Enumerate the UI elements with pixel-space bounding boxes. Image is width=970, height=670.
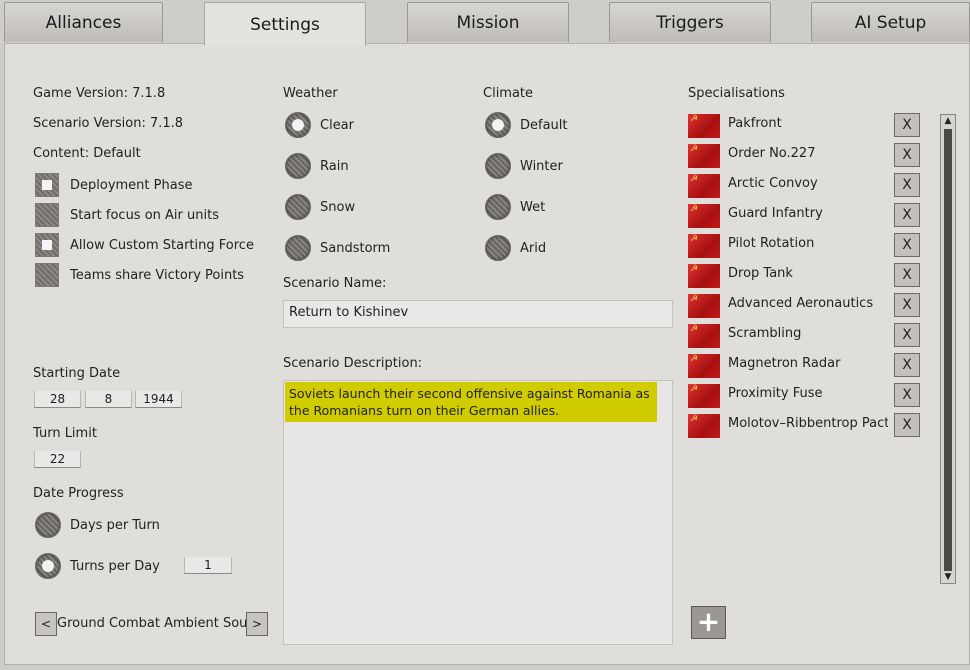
teams-share-vp-label: Teams share Victory Points — [70, 268, 245, 283]
climate-arid-radio[interactable] — [485, 235, 511, 261]
tab-settings[interactable]: Settings — [204, 2, 366, 46]
turn-limit-field[interactable]: 22 — [34, 451, 81, 468]
specialisation-item: Drop Tank — [728, 266, 793, 281]
start-month-field[interactable]: 8 — [85, 391, 132, 408]
tab-triggers[interactable]: Triggers — [609, 2, 771, 42]
specialisation-item: Guard Infantry — [728, 206, 823, 221]
remove-specialisation-button[interactable]: X — [894, 383, 920, 407]
scenario-description-text: Soviets launch their second offensive ag… — [285, 382, 657, 422]
specialisation-item: Magnetron Radar — [728, 356, 841, 371]
specialisation-item: Order No.227 — [728, 146, 816, 161]
specialisation-item: Pakfront — [728, 116, 782, 131]
specialisation-item: Proximity Fuse — [728, 386, 823, 401]
remove-specialisation-button[interactable]: X — [894, 233, 920, 257]
tab-ai-setup[interactable]: AI Setup — [811, 2, 970, 42]
specialisation-item: Advanced Aeronautics — [728, 296, 874, 311]
remove-specialisation-button[interactable]: X — [894, 143, 920, 167]
scenario-description-textarea[interactable]: Soviets launch their second offensive ag… — [283, 380, 673, 645]
remove-specialisation-button[interactable]: X — [894, 203, 920, 227]
soviet-flag-icon — [688, 204, 720, 228]
game-version: Game Version: 7.1.8 — [33, 86, 166, 101]
turns-per-day-radio[interactable] — [35, 553, 61, 579]
deployment-phase-checkbox[interactable] — [35, 173, 59, 197]
weather-snow-radio[interactable] — [285, 194, 311, 220]
scenario-name-label: Scenario Name: — [283, 276, 387, 291]
climate-winter-label: Winter — [520, 159, 563, 174]
specialisation-item: Arctic Convoy — [728, 176, 818, 191]
remove-specialisation-button[interactable]: X — [894, 263, 920, 287]
weather-clear-label: Clear — [320, 118, 354, 133]
climate-arid-label: Arid — [520, 241, 547, 256]
soviet-flag-icon — [688, 324, 720, 348]
teams-share-vp-checkbox[interactable] — [35, 263, 59, 287]
tab-mission[interactable]: Mission — [407, 2, 569, 42]
scroll-down-icon[interactable]: ▼ — [942, 571, 954, 583]
scroll-up-icon[interactable]: ▲ — [942, 115, 954, 127]
start-day-field[interactable]: 28 — [34, 391, 81, 408]
soviet-flag-icon — [688, 384, 720, 408]
turns-per-day-label: Turns per Day — [70, 559, 160, 574]
scenario-description-label: Scenario Description: — [283, 356, 423, 371]
scenario-name-input[interactable]: Return to Kishinev — [283, 300, 673, 328]
remove-specialisation-button[interactable]: X — [894, 413, 920, 437]
date-progress-label: Date Progress — [33, 486, 124, 501]
start-focus-air-label: Start focus on Air units — [70, 208, 219, 223]
climate-default-radio[interactable] — [485, 112, 511, 138]
weather-label: Weather — [283, 86, 338, 101]
add-specialisation-button[interactable]: + — [691, 606, 726, 639]
specialisation-item: Scrambling — [728, 326, 802, 341]
days-per-turn-radio[interactable] — [35, 512, 61, 538]
remove-specialisation-button[interactable]: X — [894, 353, 920, 377]
weather-rain-label: Rain — [320, 159, 349, 174]
climate-label: Climate — [483, 86, 534, 101]
specialisation-item: Pilot Rotation — [728, 236, 815, 251]
soviet-flag-icon — [688, 354, 720, 378]
weather-clear-radio[interactable] — [285, 112, 311, 138]
climate-wet-label: Wet — [520, 200, 546, 215]
content-label: Content: Default — [33, 146, 141, 161]
turn-limit-label: Turn Limit — [33, 426, 97, 441]
custom-starting-force-checkbox[interactable] — [35, 233, 59, 257]
weather-sandstorm-label: Sandstorm — [320, 241, 391, 256]
specialisations-scrollbar[interactable]: ▲ ▼ — [940, 114, 956, 584]
days-per-turn-label: Days per Turn — [70, 518, 160, 533]
start-focus-air-checkbox[interactable] — [35, 203, 59, 227]
specialisations-label: Specialisations — [688, 86, 785, 101]
ambient-prev-button[interactable]: < — [35, 612, 57, 636]
soviet-flag-icon — [688, 264, 720, 288]
tab-bar: Alliances Settings Mission Triggers AI S… — [0, 0, 970, 46]
soviet-flag-icon — [688, 234, 720, 258]
scrollbar-thumb[interactable] — [944, 129, 952, 571]
remove-specialisation-button[interactable]: X — [894, 113, 920, 137]
specialisation-item: Molotov–Ribbentrop Pact — [728, 416, 888, 431]
custom-starting-force-label: Allow Custom Starting Force — [70, 238, 254, 253]
remove-specialisation-button[interactable]: X — [894, 173, 920, 197]
climate-wet-radio[interactable] — [485, 194, 511, 220]
starting-date-label: Starting Date — [33, 366, 121, 381]
weather-sandstorm-radio[interactable] — [285, 235, 311, 261]
weather-snow-label: Snow — [320, 200, 356, 215]
soviet-flag-icon — [688, 294, 720, 318]
weather-rain-radio[interactable] — [285, 153, 311, 179]
soviet-flag-icon — [688, 414, 720, 438]
remove-specialisation-button[interactable]: X — [894, 323, 920, 347]
soviet-flag-icon — [688, 174, 720, 198]
tab-alliances[interactable]: Alliances — [4, 2, 163, 42]
remove-specialisation-button[interactable]: X — [894, 293, 920, 317]
start-year-field[interactable]: 1944 — [135, 391, 182, 408]
ambient-next-button[interactable]: > — [246, 612, 268, 636]
climate-winter-radio[interactable] — [485, 153, 511, 179]
ambient-sound-label: Ground Combat Ambient Sound — [57, 616, 246, 631]
turns-per-day-field[interactable]: 1 — [184, 557, 232, 574]
scenario-version: Scenario Version: 7.1.8 — [33, 116, 184, 131]
deployment-phase-label: Deployment Phase — [70, 178, 193, 193]
soviet-flag-icon — [688, 114, 720, 138]
soviet-flag-icon — [688, 144, 720, 168]
climate-default-label: Default — [520, 118, 568, 133]
